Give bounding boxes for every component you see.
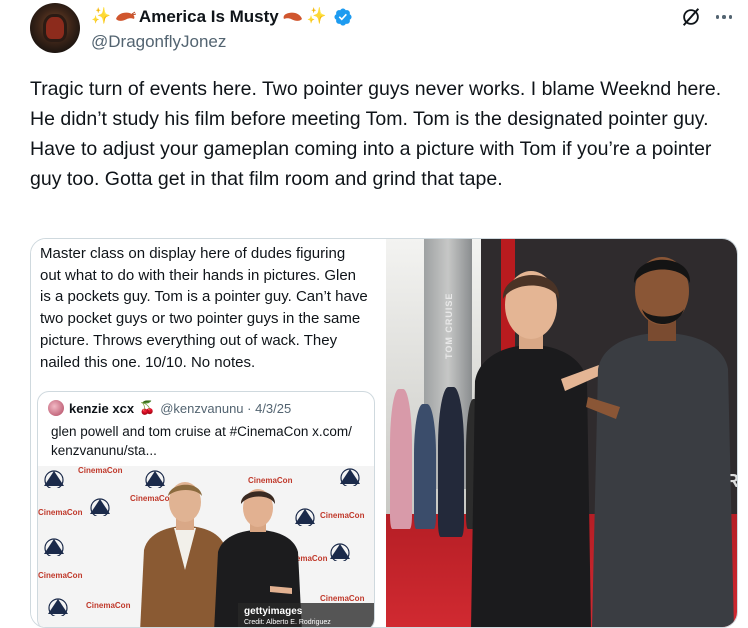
author-avatar[interactable]: [30, 3, 80, 53]
cinemacon-logo: CinemaCon: [86, 601, 131, 610]
paramount-logo-icon: [340, 468, 360, 486]
paramount-logo-icon: [44, 470, 64, 488]
shrimp-icon: [283, 12, 302, 21]
paramount-logo-icon: [48, 598, 68, 616]
author-display-name: America Is Musty: [138, 7, 279, 26]
quoted-tweet-card: kenzie xcx 🍒 @kenzvanunu · 4/3/25 glen p…: [37, 391, 375, 627]
quoted-tweet-header: kenzie xcx 🍒 @kenzvanunu · 4/3/25: [48, 400, 291, 416]
backdrop-wall-text: TOM CRUISE: [444, 292, 454, 359]
shrimp-icon: [115, 11, 136, 21]
quote-screenshot-text: Master class on display here of dudes fi…: [40, 245, 368, 371]
author-handle[interactable]: @DragonflyJonez: [91, 32, 226, 52]
person-weeknd: [586, 257, 734, 627]
cinemacon-logo: CinemaCon: [78, 466, 123, 475]
photo-credit: Credit: Alberto E. Rodriguez: [244, 619, 331, 626]
cinemacon-photo: CinemaCon CinemaCon CinemaCon CinemaCon …: [38, 466, 374, 627]
verified-badge-icon: [334, 8, 352, 26]
paramount-logo-icon: [44, 538, 64, 556]
quoted-handle-date: @kenzvanunu · 4/3/25: [160, 400, 292, 416]
tweet-header: ✨ America Is Musty ✨ @DragonflyJonez: [0, 0, 748, 70]
getty-logo: gettyimages: [244, 606, 303, 617]
grok-icon[interactable]: [680, 6, 702, 28]
cinemacon-logo: CinemaCon: [38, 571, 83, 580]
red-carpet-photo[interactable]: TOM CRUISE R: [386, 239, 737, 627]
cinemacon-logo: CinemaCon: [38, 508, 83, 517]
quoted-text: glen powell and tom cruise at #CinemaCon…: [51, 424, 352, 458]
getty-watermark: gettyimages Credit: Alberto E. Rodriguez: [238, 603, 374, 627]
sparkles-emoji-left: ✨: [91, 8, 111, 25]
paramount-logo-icon: [330, 543, 350, 561]
paramount-logo-icon: [90, 498, 110, 516]
cherry-emoji: 🍒: [139, 400, 156, 415]
quoted-name: kenzie xcx: [69, 400, 135, 416]
tweet-media[interactable]: Master class on display here of dudes fi…: [30, 238, 738, 628]
cinemacon-logo: CinemaCon: [248, 476, 293, 485]
crowd-person: [390, 389, 412, 529]
more-icon[interactable]: [712, 6, 736, 28]
author-name-row[interactable]: ✨ America Is Musty ✨: [91, 6, 353, 28]
cinemacon-logo: CinemaCon: [320, 511, 365, 520]
person-tom-cruise: [471, 271, 601, 627]
quoted-avatar: [48, 400, 64, 416]
quote-screenshot-image[interactable]: Master class on display here of dudes fi…: [31, 239, 383, 627]
cinemacon-logo: CinemaCon: [320, 594, 365, 603]
crowd-person: [414, 404, 436, 529]
sparkles-emoji-right: ✨: [306, 8, 327, 25]
tweet-text: Tragic turn of events here. Two pointer …: [30, 78, 722, 190]
